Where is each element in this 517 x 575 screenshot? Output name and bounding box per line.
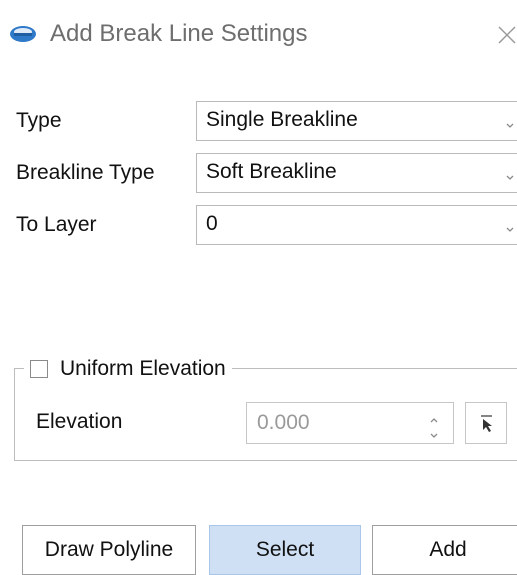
add-button[interactable]: Add <box>372 525 517 575</box>
pick-cursor-icon <box>481 415 492 432</box>
elevation-label: Elevation <box>36 410 123 433</box>
breakline-type-select[interactable]: Soft Breakline <box>196 153 517 193</box>
elevation-input-value: 0.000 <box>257 411 310 434</box>
to-layer-label: To Layer <box>16 213 97 236</box>
to-layer-select-value: 0 <box>206 212 218 235</box>
type-label: Type <box>16 109 62 132</box>
close-icon[interactable] <box>497 23 517 45</box>
breakline-type-label: Breakline Type <box>16 161 155 184</box>
type-select[interactable]: Single Breakline <box>196 101 517 141</box>
uniform-elevation-label[interactable]: Uniform Elevation <box>60 357 226 381</box>
chevron-down-icon <box>505 169 515 180</box>
to-layer-select[interactable]: 0 <box>196 205 517 245</box>
type-select-value: Single Breakline <box>206 108 358 131</box>
breakline-type-select-value: Soft Breakline <box>206 160 337 183</box>
uniform-elevation-header: Uniform Elevation <box>24 354 232 384</box>
uniform-elevation-checkbox[interactable] <box>30 360 48 378</box>
draw-polyline-button[interactable]: Draw Polyline <box>22 525 196 575</box>
dialog-title: Add Break Line Settings <box>50 20 308 47</box>
title-bar: Add Break Line Settings <box>0 0 517 70</box>
pick-elevation-button[interactable] <box>465 402 507 444</box>
app-logo-icon <box>8 25 38 43</box>
chevron-down-icon <box>505 117 515 128</box>
chevron-down-icon <box>505 221 515 232</box>
elevation-input[interactable]: 0.000 <box>246 402 454 444</box>
spin-down-icon[interactable] <box>429 427 439 438</box>
select-button[interactable]: Select <box>209 525 361 575</box>
spin-up-icon[interactable] <box>429 411 439 423</box>
